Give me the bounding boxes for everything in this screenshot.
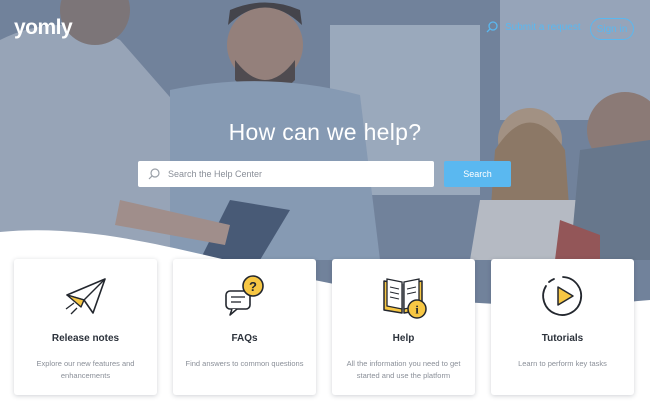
card-description: Find answers to common questions [185,359,304,368]
paper-plane-icon [65,278,106,315]
play-button-icon [541,276,582,316]
search-field[interactable] [138,161,434,187]
search-button[interactable]: Search [444,161,511,187]
yomly-logo[interactable]: yomly [14,16,73,40]
svg-text:?: ? [249,279,257,294]
submit-request-label: Submit a request [505,21,581,33]
search-icon [486,21,498,33]
sign-in-button[interactable]: Sign in [590,18,634,40]
card-release-notes[interactable]: Release notes Explore our new features a… [14,259,157,395]
chat-question-icon: ? [224,275,264,316]
card-description: Explore our new features and enhancement… [36,359,135,380]
top-bar: yomly Submit a request Sign in [0,0,650,60]
search-input[interactable] [168,169,418,179]
submit-request-link[interactable]: Submit a request [486,21,581,33]
search-icon [148,168,160,180]
card-faqs[interactable]: ? FAQs Find answers to common questions [173,259,316,395]
card-title: Help [392,333,415,344]
card-title: Tutorials [541,333,584,344]
card-title: FAQs [231,333,258,344]
book-info-icon: i [382,278,427,319]
card-description: Learn to perform key tasks [518,359,607,368]
card-help[interactable]: i Help All the information you need to g… [332,259,475,395]
page-title: How can we help? [228,119,422,145]
card-tutorials[interactable]: Tutorials Learn to perform key tasks [491,259,634,395]
card-description: All the information you need to get star… [346,359,461,380]
card-title: Release notes [51,333,120,344]
